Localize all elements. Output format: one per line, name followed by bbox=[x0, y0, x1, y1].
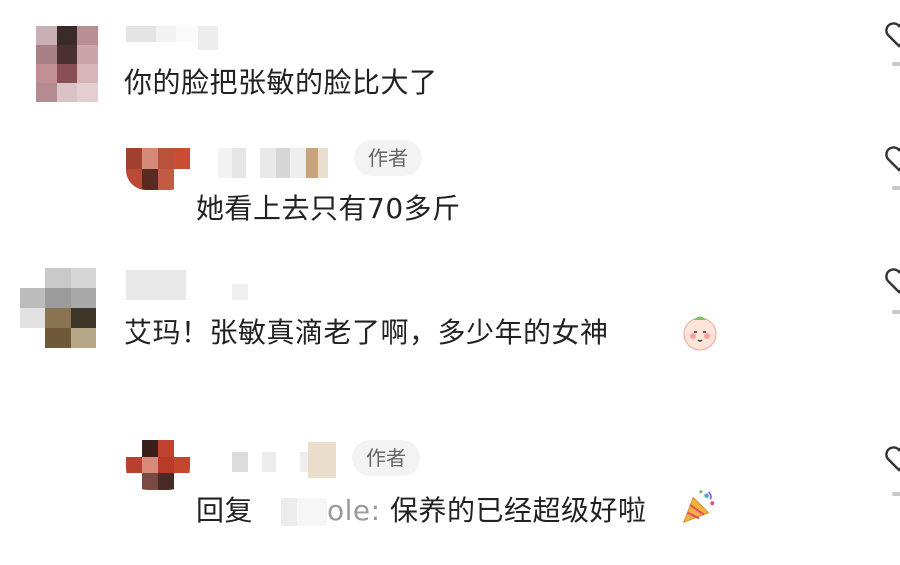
comment-text: 回复 ole: 保养的已经超级好啦 bbox=[196, 494, 647, 528]
party-popper-emoji bbox=[682, 490, 715, 524]
author-badge: 作者 bbox=[354, 140, 422, 176]
username[interactable] bbox=[126, 26, 218, 50]
comment-text: 她看上去只有70多斤 bbox=[196, 192, 461, 225]
like-count bbox=[892, 310, 900, 314]
username[interactable] bbox=[232, 442, 336, 478]
username[interactable] bbox=[218, 148, 328, 178]
reply-prefix: 回复 bbox=[196, 494, 254, 527]
like-count bbox=[892, 62, 900, 66]
mention-name[interactable]: ole: bbox=[327, 494, 381, 527]
shy-face-emoji bbox=[683, 316, 717, 351]
username[interactable] bbox=[126, 270, 248, 300]
avatar[interactable] bbox=[126, 148, 190, 190]
heart-outline-icon[interactable] bbox=[884, 20, 900, 50]
heart-outline-icon[interactable] bbox=[884, 444, 900, 474]
avatar[interactable] bbox=[126, 440, 190, 490]
mention-redacted[interactable] bbox=[253, 498, 328, 526]
like-count bbox=[892, 186, 900, 190]
author-badge: 作者 bbox=[352, 440, 420, 476]
comment-text: 你的脸把张敏的脸比大了 bbox=[124, 66, 438, 99]
like-count bbox=[892, 492, 900, 496]
heart-outline-icon[interactable] bbox=[884, 144, 900, 174]
avatar[interactable] bbox=[20, 268, 96, 348]
reply-text: 保养的已经超级好啦 bbox=[380, 494, 647, 527]
heart-outline-icon[interactable] bbox=[884, 266, 900, 296]
avatar[interactable] bbox=[36, 26, 98, 102]
comment-text: 艾玛！张敏真滴老了啊，多少年的女神 bbox=[124, 316, 609, 349]
